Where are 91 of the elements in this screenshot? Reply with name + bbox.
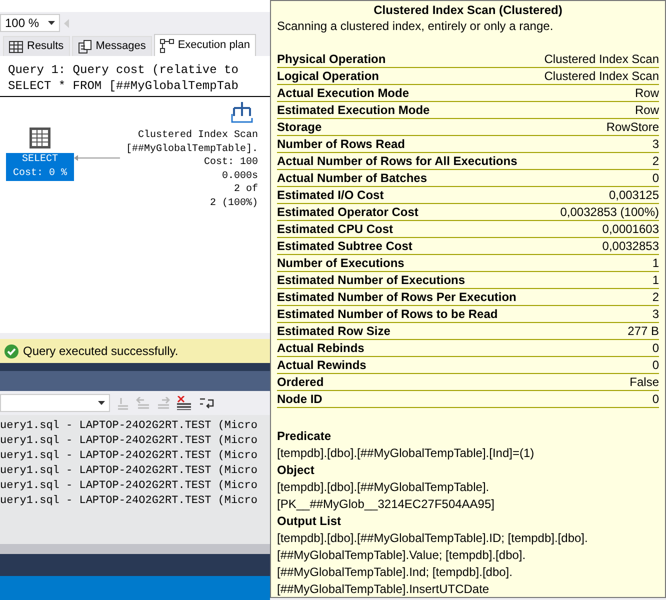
property-value: 2 xyxy=(652,153,659,170)
horizontal-scrollbar[interactable] xyxy=(0,544,270,554)
tab[interactable]: Results xyxy=(3,36,70,56)
property-name: Node ID xyxy=(277,391,322,408)
section-heading: Output List xyxy=(277,513,342,530)
index-scan-icon[interactable] xyxy=(230,102,254,124)
checkmark-icon xyxy=(4,344,19,358)
property-value: 0 xyxy=(652,170,659,187)
scroll-left-icon[interactable] xyxy=(64,18,69,28)
node-text: Clustered Index Scan xyxy=(138,129,258,142)
arrow-left-lines-icon[interactable] xyxy=(136,397,150,409)
output-line: uery1.sql - LAPTOP-24O2G2RT.TEST (Micro xyxy=(0,434,258,449)
property-name: Number of Rows Read xyxy=(277,136,406,153)
output-source-dropdown[interactable] xyxy=(0,394,110,412)
property-value: Row xyxy=(634,85,659,102)
property-name: Number of Executions xyxy=(277,255,404,272)
zoom-dropdown[interactable]: 100 % xyxy=(0,14,60,32)
property-name: Physical Operation xyxy=(277,51,386,68)
section-text: [PK__##MyGlob__3214EC27F504AA95] xyxy=(277,496,496,513)
property-name: Estimated Number of Rows to be Read xyxy=(277,306,498,323)
property-name: Actual Rewinds xyxy=(277,357,366,374)
property-value: 0,0032853 xyxy=(602,238,659,255)
property-value: 3 xyxy=(652,136,659,153)
property-value: Row xyxy=(634,102,659,119)
select-node-label[interactable]: SELECT Cost: 0 % xyxy=(6,153,74,181)
property-value: 0,003125 xyxy=(608,187,659,204)
clear-all-icon[interactable] xyxy=(176,396,192,410)
property-name: Actual Rebinds xyxy=(277,340,364,357)
section-text: [tempdb].[dbo].[##MyGlobalTempTable].[Ind]=(1) xyxy=(277,445,536,462)
tooltip-title: Clustered Index Scan (Clustered) xyxy=(372,2,564,18)
tab[interactable]: Messages xyxy=(72,36,152,56)
property-name: Actual Number of Rows for All Executions xyxy=(277,153,518,170)
node-text: [##MyGlobalTempTable]. xyxy=(126,142,258,156)
property-name: Actual Number of Batches xyxy=(277,170,428,187)
caret-icon xyxy=(48,21,55,25)
query-text: Query 1: Query cost (relative to xyxy=(8,62,240,78)
output-line: uery1.sql - LAPTOP-24O2G2RT.TEST (Micro xyxy=(0,494,258,509)
property-name: Logical Operation xyxy=(277,68,380,85)
section-heading: Predicate xyxy=(277,428,332,445)
output-line: uery1.sql - LAPTOP-24O2G2RT.TEST (Micro xyxy=(0,479,258,494)
property-name: Storage xyxy=(277,119,322,136)
node-text: 0.000s xyxy=(222,170,258,183)
section-text: [tempdb].[dbo].[##MyGlobalTempTable].ID; [tempdb].[dbo]. xyxy=(277,530,589,547)
section-text: [tempdb].[dbo].[##MyGlobalTempTable]. xyxy=(277,479,490,496)
table-icon[interactable] xyxy=(29,127,51,149)
property-value: 277 B xyxy=(628,323,659,340)
property-name: Estimated Operator Cost xyxy=(277,204,418,221)
tab[interactable]: Execution plan xyxy=(154,34,256,56)
output-line: uery1.sql - LAPTOP-24O2G2RT.TEST (Micro xyxy=(0,464,258,479)
property-value: 2 xyxy=(652,289,659,306)
status-text: Query executed successfully. xyxy=(23,343,178,360)
node-text: Cost: 100 xyxy=(204,156,258,170)
plan-icon xyxy=(160,38,174,52)
property-value: 0 xyxy=(652,340,659,357)
output-line: uery1.sql - LAPTOP-24O2G2RT.TEST (Micro xyxy=(0,419,258,434)
section-text: [##MyGlobalTempTable].Ind; [tempdb].[dbo]. xyxy=(277,564,514,581)
property-name: Estimated Number of Executions xyxy=(277,272,466,289)
property-value: RowStore xyxy=(606,119,659,136)
property-value: 0,0032853 (100%) xyxy=(560,204,659,221)
grid-icon xyxy=(9,40,23,52)
property-name: Estimated CPU Cost xyxy=(277,221,394,238)
property-name: Ordered xyxy=(277,374,324,391)
property-name: Estimated Execution Mode xyxy=(277,102,430,119)
query-text: SELECT * FROM [##MyGlobalTempTab xyxy=(8,78,240,94)
property-name: Estimated Row Size xyxy=(277,323,390,340)
output-line: uery1.sql - LAPTOP-24O2G2RT.TEST (Micro xyxy=(0,449,258,464)
document-icon xyxy=(78,40,92,54)
property-value: 0,0001603 xyxy=(602,221,659,238)
indent-icon[interactable] xyxy=(116,396,130,410)
property-name: Estimated I/O Cost xyxy=(277,187,384,204)
caret-icon xyxy=(98,401,105,405)
property-value: 3 xyxy=(652,306,659,323)
property-name: Actual Execution Mode xyxy=(277,85,410,102)
word-wrap-icon[interactable] xyxy=(198,396,216,410)
node-text: 2 (100%) xyxy=(210,196,258,210)
property-value: 1 xyxy=(652,255,659,272)
property-value: 0 xyxy=(652,357,659,374)
property-value: False xyxy=(630,374,659,391)
property-value: Clustered Index Scan xyxy=(544,68,659,85)
arrow-line xyxy=(74,155,120,161)
section-text: [##MyGlobalTempTable].InsertUTCDate xyxy=(277,581,490,598)
section-heading: Object xyxy=(277,462,316,479)
property-value: 0 xyxy=(652,391,659,408)
section-text: [##MyGlobalTempTable].Value; [tempdb].[dbo]. xyxy=(277,547,527,564)
tooltip-description: Scanning a clustered index, entirely or only a range. xyxy=(277,18,554,34)
property-value: 1 xyxy=(652,272,659,289)
property-value: Clustered Index Scan xyxy=(544,51,659,68)
property-name: Estimated Number of Rows Per Execution xyxy=(277,289,516,306)
arrow-right-lines-icon[interactable] xyxy=(156,397,170,409)
property-name: Estimated Subtree Cost xyxy=(277,238,412,255)
node-text: 2 of xyxy=(234,183,258,196)
